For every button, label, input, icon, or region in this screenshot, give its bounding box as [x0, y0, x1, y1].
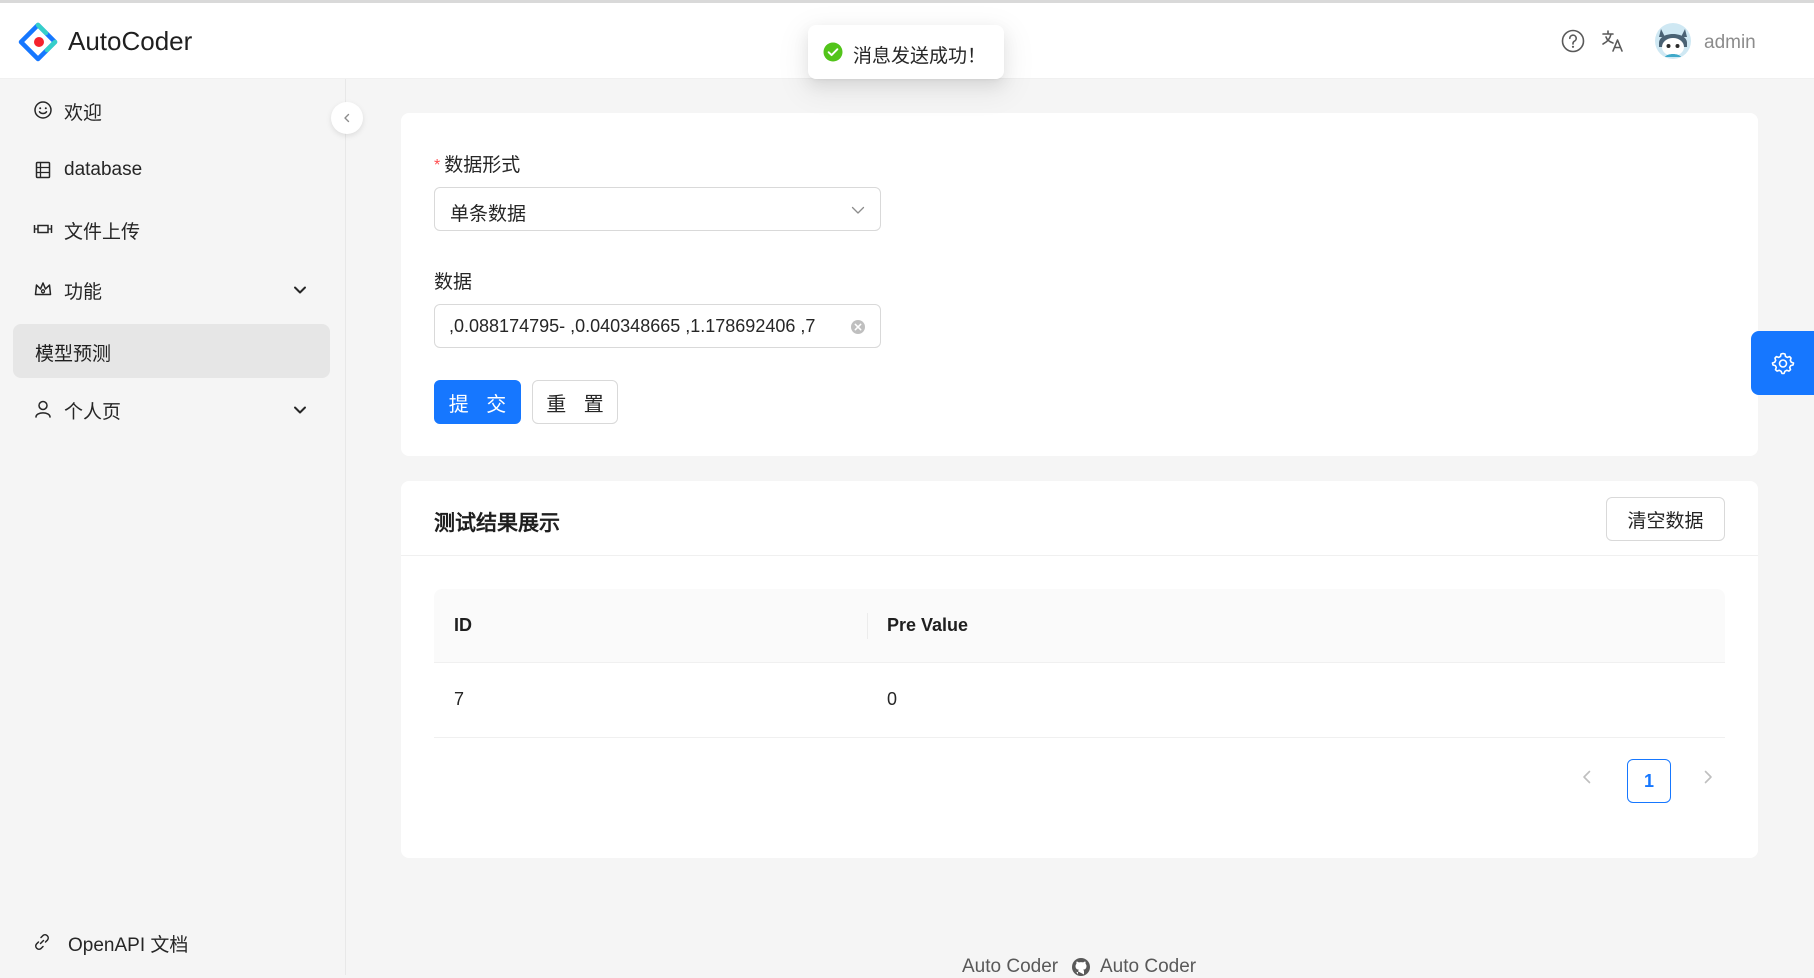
required-mark: *	[434, 157, 441, 174]
sidebar-item-label: 模型预测	[35, 344, 112, 365]
pagination-page-1[interactable]: 1	[1627, 759, 1671, 803]
sidebar-item-label: 欢迎	[64, 103, 103, 124]
predict-form-card: *数据形式 单条数据 数据 提 交 重 置	[401, 113, 1758, 456]
format-label: * 数据形式	[434, 150, 520, 177]
clear-data-button[interactable]: 清空数据	[1606, 497, 1725, 541]
autocoder-logo-icon[interactable]	[18, 22, 58, 62]
link-icon	[35, 934, 49, 950]
chevron-down-icon	[294, 406, 306, 414]
chevron-down-icon	[851, 206, 865, 214]
format-label-text: 数据形式	[444, 155, 521, 176]
column-header-pre-value[interactable]: Pre Value	[887, 615, 968, 636]
results-card-header: 测试结果展示 清空数据	[401, 481, 1758, 556]
column-header-id[interactable]: ID	[454, 615, 472, 636]
avatar[interactable]	[1655, 23, 1691, 59]
sidebar-item-label: 功能	[64, 282, 103, 303]
sidebar: 欢迎 database 文件上传 功能 模型预测 个人页	[0, 79, 346, 975]
results-card: 测试结果展示 清空数据 ID Pre Value 7 0 1	[401, 481, 1758, 858]
pagination-next-icon[interactable]	[1696, 765, 1720, 789]
sidebar-item-label: 文件上传	[64, 222, 141, 243]
submit-button[interactable]: 提 交	[434, 380, 521, 424]
sidebar-item-label: 个人页	[64, 402, 122, 423]
table-icon	[35, 161, 51, 179]
crown-icon	[34, 282, 52, 296]
format-select-value: 单条数据	[450, 204, 527, 225]
sidebar-item-profile[interactable]: 个人页	[13, 382, 330, 436]
sidebar-item-features[interactable]: 功能	[13, 262, 330, 316]
gear-icon	[1771, 352, 1795, 375]
table-row: 7 0	[434, 663, 1725, 738]
toast-message: 消息发送成功！	[853, 46, 987, 67]
results-title: 测试结果展示	[434, 512, 560, 535]
results-table: ID Pre Value 7 0	[434, 589, 1725, 738]
check-circle-icon	[823, 42, 843, 62]
cell-pre-value: 0	[887, 689, 898, 709]
sidebar-item-model-predict[interactable]: 模型预测	[13, 324, 330, 378]
sidebar-item-database[interactable]: database	[13, 143, 330, 197]
sidebar-item-welcome[interactable]: 欢迎	[13, 83, 330, 137]
avatar-icon	[1655, 23, 1691, 59]
smile-icon	[34, 101, 52, 119]
chevron-down-icon	[294, 286, 306, 294]
cell-id: 7	[454, 689, 465, 709]
github-icon[interactable]	[1071, 957, 1091, 977]
column-divider	[867, 613, 868, 639]
reset-button[interactable]: 重 置	[532, 380, 618, 424]
data-input-wrapper	[434, 304, 881, 348]
pagination-prev-icon[interactable]	[1575, 765, 1599, 789]
chevron-left-icon	[344, 113, 350, 123]
table-header: ID Pre Value	[434, 589, 1725, 663]
success-toast: 消息发送成功！	[808, 25, 1004, 79]
question-circle-icon[interactable]	[1560, 28, 1586, 54]
openapi-docs-label: OpenAPI 文档	[68, 935, 189, 956]
format-select[interactable]: 单条数据	[434, 187, 881, 231]
sidebar-item-file-upload[interactable]: 文件上传	[13, 202, 330, 256]
settings-drawer-button[interactable]	[1751, 331, 1814, 395]
clear-circle-icon[interactable]	[850, 319, 866, 335]
data-label: 数据	[434, 272, 473, 293]
sidebar-collapse-button[interactable]	[331, 102, 363, 134]
upload-icon	[33, 224, 53, 234]
sidebar-item-label: database	[64, 159, 143, 180]
translate-icon[interactable]	[1600, 28, 1626, 54]
data-input[interactable]	[449, 305, 839, 347]
app-title[interactable]: AutoCoder	[68, 26, 192, 57]
user-icon	[35, 400, 51, 418]
username[interactable]: admin	[1704, 32, 1756, 54]
